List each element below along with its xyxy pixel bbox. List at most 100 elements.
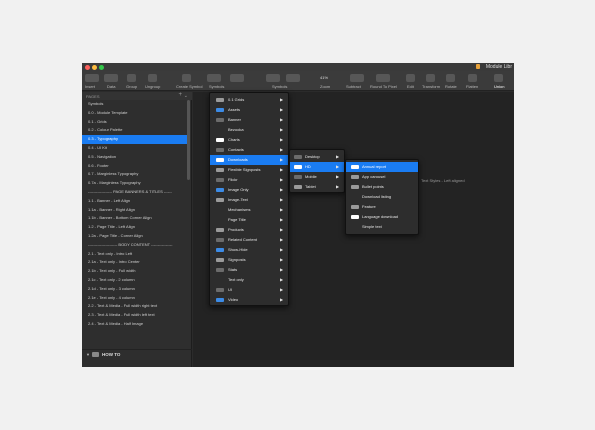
page-list-item[interactable]: 0.2 - Colour Palette bbox=[82, 126, 188, 135]
page-list-item[interactable]: 0.1 - Grids bbox=[82, 118, 188, 127]
menu-item[interactable]: Stats ▶ bbox=[210, 265, 288, 275]
menu-item[interactable]: Language download bbox=[346, 212, 418, 222]
folder-how-to[interactable]: ▼ HOW TO bbox=[82, 349, 192, 359]
menu-item[interactable]: Downloads ▶ bbox=[210, 155, 288, 165]
transform-label: Transform bbox=[422, 84, 441, 89]
page-list-item[interactable]: 2.1a - Text only - Intro Center bbox=[82, 258, 188, 267]
minimize-window-button[interactable] bbox=[92, 65, 97, 70]
menu-item[interactable]: Show-Hide ▶ bbox=[210, 245, 288, 255]
feature-icon bbox=[351, 205, 359, 209]
page-list-item[interactable]: 1.1 - Banner - Left Align bbox=[82, 197, 188, 206]
zoom-in-button[interactable] bbox=[286, 74, 300, 82]
page-list-item[interactable]: 0.5 - Navigation bbox=[82, 153, 188, 162]
menu-item[interactable]: Tablet ▶ bbox=[290, 182, 344, 192]
menu-item[interactable]: Feature bbox=[346, 202, 418, 212]
page-list-item[interactable]: 1.1b - Banner - Bottom Corner Align bbox=[82, 214, 188, 223]
collapse-pages-button[interactable]: ⌄ bbox=[184, 93, 188, 99]
menu-item[interactable]: Video ▶ bbox=[210, 295, 288, 305]
sidebar-scrollbar[interactable] bbox=[187, 100, 190, 180]
menu-item[interactable]: 0.1 Grids ▶ bbox=[210, 95, 288, 105]
page-list-item[interactable]: 0.4 - UI Kit bbox=[82, 144, 188, 153]
group-button[interactable] bbox=[127, 74, 136, 82]
transform-button[interactable] bbox=[426, 74, 435, 82]
menu-item[interactable]: Flickr ▶ bbox=[210, 175, 288, 185]
menu-item[interactable]: Products ▶ bbox=[210, 225, 288, 235]
page-list-item[interactable]: 2.1b - Text only - Full width bbox=[82, 267, 188, 276]
menu-item-label: Annual report bbox=[362, 164, 387, 169]
page-list-item[interactable]: 0.0 - Module Template bbox=[82, 109, 188, 118]
download-icon bbox=[216, 158, 224, 162]
menu-item[interactable]: Text only ▶ bbox=[210, 275, 288, 285]
menu-item[interactable]: Image-Text ▶ bbox=[210, 195, 288, 205]
edit-button[interactable] bbox=[406, 74, 415, 82]
text-style-button[interactable] bbox=[230, 74, 244, 82]
data-button[interactable] bbox=[104, 74, 118, 82]
page-list-item[interactable]: ---------------------- BODY CONTENT ----… bbox=[82, 241, 188, 250]
menu-item-label: Tablet bbox=[305, 184, 316, 189]
page-list-item[interactable]: 0.6 - Footer bbox=[82, 162, 188, 171]
menu-item-label: Feature bbox=[362, 204, 376, 209]
page-list-item[interactable]: 2.1 - Text only - Intro Left bbox=[82, 250, 188, 259]
ungroup-button[interactable] bbox=[148, 74, 157, 82]
menu-item-label: Page Title bbox=[228, 217, 246, 222]
menu-item[interactable]: Banner ▶ bbox=[210, 115, 288, 125]
menu-item-label: Download listing bbox=[362, 194, 392, 199]
zoom-out-button[interactable] bbox=[266, 74, 280, 82]
page-list-item[interactable]: 1.1a - Banner - Right Align bbox=[82, 206, 188, 215]
menu-item[interactable]: Assets ▶ bbox=[210, 105, 288, 115]
page-list-item[interactable]: 2.4 - Text & Media - Half Image bbox=[82, 320, 188, 329]
menu-item[interactable]: Bezooka ▶ bbox=[210, 125, 288, 135]
insert-button[interactable] bbox=[85, 74, 99, 82]
menu-item[interactable]: Related Content ▶ bbox=[210, 235, 288, 245]
menu-item[interactable]: Page Title ▶ bbox=[210, 215, 288, 225]
title-bar: Module Libr bbox=[82, 63, 514, 71]
assets-icon bbox=[216, 108, 224, 112]
page-list-item[interactable]: 0.3 - Typography bbox=[82, 135, 188, 144]
menu-item[interactable]: UI ▶ bbox=[210, 285, 288, 295]
menu-item-label: Contacts bbox=[228, 147, 244, 152]
menu-item[interactable]: Flexible Signposts ▶ bbox=[210, 165, 288, 175]
rotate-button[interactable] bbox=[446, 74, 455, 82]
disclosure-arrow-icon[interactable]: ▼ bbox=[86, 352, 90, 357]
menu-item[interactable]: Signposts ▶ bbox=[210, 255, 288, 265]
menu-item[interactable]: Contacts ▶ bbox=[210, 145, 288, 155]
page-list-item[interactable]: 0.7 - Marginless Typography bbox=[82, 170, 188, 179]
round-to-pixel-button[interactable] bbox=[376, 74, 390, 82]
union-button[interactable] bbox=[494, 74, 503, 82]
maximize-window-button[interactable] bbox=[99, 65, 104, 70]
artboard-title[interactable]: Text Styles - Left aligned bbox=[421, 178, 465, 183]
page-list-item[interactable]: 1.2 - Page Title - Left Align bbox=[82, 223, 188, 232]
page-list-item[interactable]: 2.3 - Text & Media - Full width left tex… bbox=[82, 311, 188, 320]
menu-item[interactable]: Mobile ▶ bbox=[290, 172, 344, 182]
page-list-item[interactable]: Symbols bbox=[82, 100, 188, 109]
create-symbol-button[interactable] bbox=[182, 74, 191, 82]
menu-item[interactable]: Desktop ▶ bbox=[290, 152, 344, 162]
page-list-item[interactable]: 2.2 - Text & Media - Full width right te… bbox=[82, 302, 188, 311]
menu-item[interactable]: App carousel bbox=[346, 172, 418, 182]
menu-item[interactable]: Simple text bbox=[346, 222, 418, 232]
symbols-button[interactable] bbox=[207, 74, 221, 82]
subtract-button[interactable] bbox=[350, 74, 364, 82]
page-list-item[interactable]: ------------------ PAGE BANNERS & TITLES… bbox=[82, 188, 188, 197]
menu-item[interactable]: Charts ▶ bbox=[210, 135, 288, 145]
menu-item[interactable]: Bullet points bbox=[346, 182, 418, 192]
menu-item[interactable]: Download listing bbox=[346, 192, 418, 202]
page-list-item[interactable]: 2.1e - Text only - 4 column bbox=[82, 294, 188, 303]
zoom-value[interactable]: 41% bbox=[320, 75, 328, 80]
page-list-item[interactable]: 2.1c - Text only - 2 column bbox=[82, 276, 188, 285]
page-list-item[interactable]: 2.1d - Text only - 3 column bbox=[82, 285, 188, 294]
banner-icon bbox=[216, 118, 224, 122]
menu-item[interactable]: Image Only ▶ bbox=[210, 185, 288, 195]
menu-item[interactable]: HD ▶ bbox=[290, 162, 344, 172]
add-page-button[interactable]: + bbox=[178, 92, 182, 98]
page-list-item[interactable]: 1.2a - Page Title - Corner Align bbox=[82, 232, 188, 241]
menu-item-label: Desktop bbox=[305, 154, 320, 159]
flatten-button[interactable] bbox=[468, 74, 477, 82]
submenu-arrow-icon: ▶ bbox=[280, 157, 284, 162]
group-label: Group bbox=[126, 84, 138, 89]
round-to-pixel-label: Round To Pixel bbox=[370, 84, 397, 89]
close-window-button[interactable] bbox=[85, 65, 90, 70]
menu-item[interactable]: Mechanisms ▶ bbox=[210, 205, 288, 215]
page-list-item[interactable]: 0.7a - Marginless Typography bbox=[82, 179, 188, 188]
menu-item[interactable]: Annual report bbox=[346, 162, 418, 172]
